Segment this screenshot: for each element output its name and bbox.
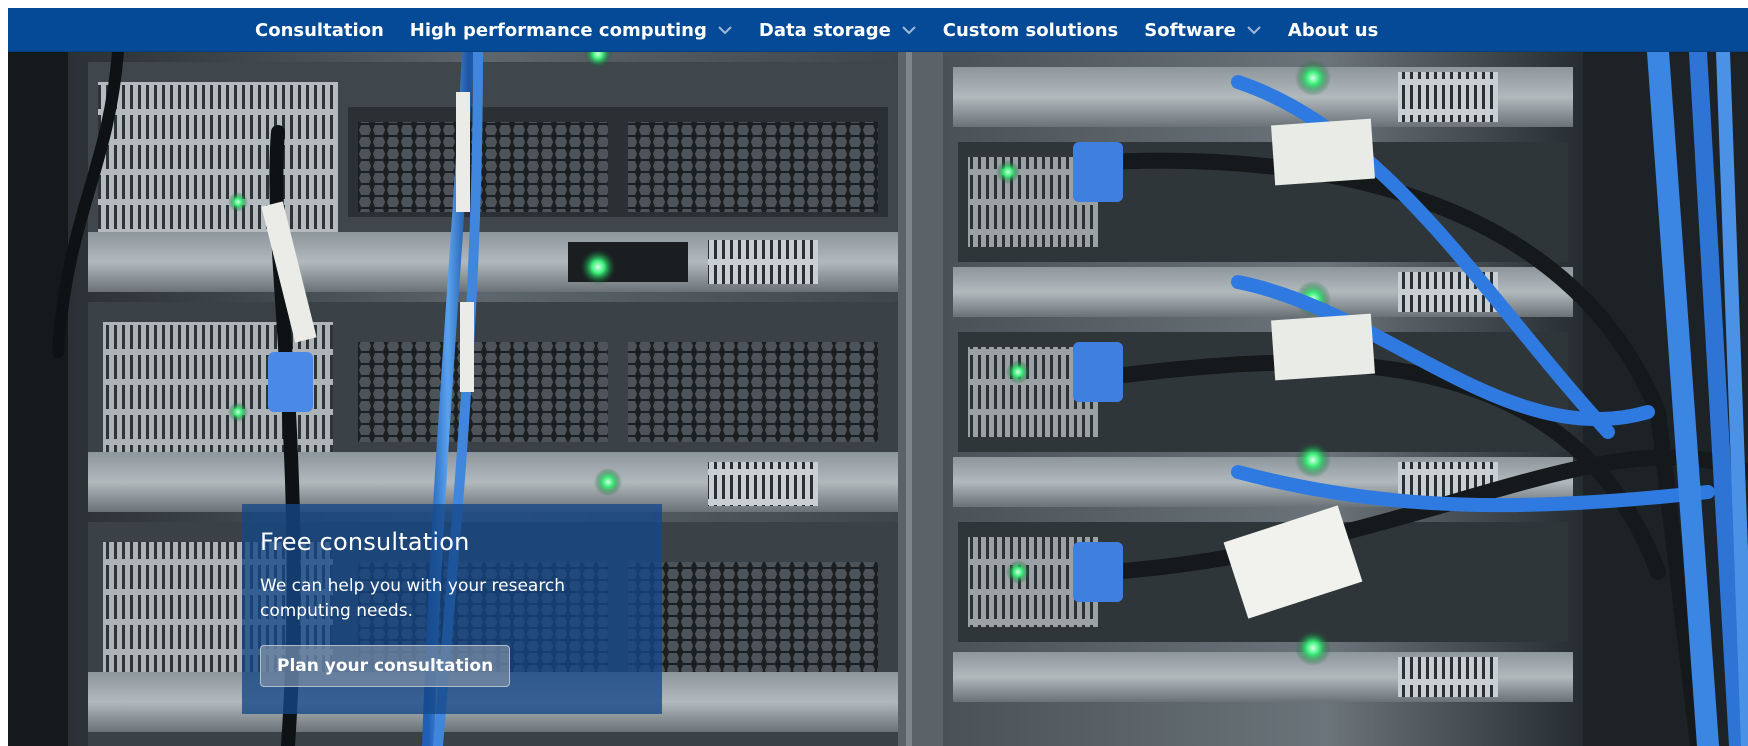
nav-item-label: Software [1144, 19, 1236, 41]
nav-item-software[interactable]: Software [1144, 20, 1262, 41]
nav-item-label: Consultation [255, 19, 384, 41]
card-body-text: We can help you with your research compu… [260, 576, 566, 621]
plan-consultation-button[interactable]: Plan your consultation [260, 645, 511, 687]
hero-section: Free consultation We can help you with y… [8, 52, 1748, 746]
nav-item-consultation[interactable]: Consultation [255, 20, 384, 41]
nav-item-high-performance-computing[interactable]: High performance computing [410, 20, 733, 41]
chevron-down-icon[interactable] [901, 22, 917, 38]
chevron-down-icon[interactable] [1246, 22, 1262, 38]
nav-item-label: High performance computing [409, 19, 707, 41]
nav-item-label: About us [1287, 19, 1379, 41]
nav-item-about-us[interactable]: About us [1288, 20, 1378, 41]
main-navbar: Consultation High performance computing … [8, 8, 1748, 52]
nav-item-label: Data storage [758, 19, 891, 41]
nav-item-label: Custom solutions [942, 19, 1119, 41]
page: Consultation High performance computing … [8, 8, 1748, 746]
nav-menu: Consultation High performance computing … [255, 8, 1404, 52]
nav-item-data-storage[interactable]: Data storage [759, 20, 917, 41]
card-title: Free consultation [260, 528, 470, 556]
nav-item-custom-solutions[interactable]: Custom solutions [943, 20, 1118, 41]
chevron-down-icon[interactable] [717, 22, 733, 38]
consultation-card: Free consultation We can help you with y… [242, 504, 662, 714]
